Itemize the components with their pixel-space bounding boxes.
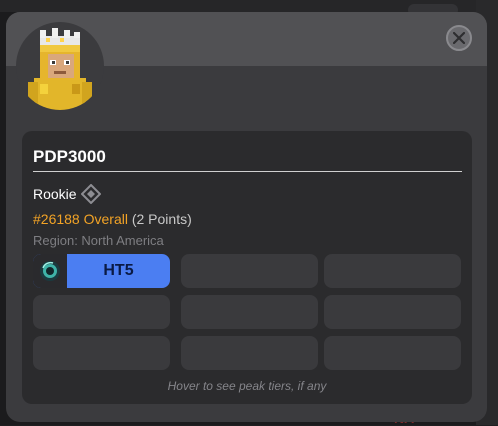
player-skin-avatar-icon xyxy=(28,28,92,110)
tier-slot-empty[interactable] xyxy=(181,254,318,288)
overall-row: #26188 Overall (2 Points) xyxy=(33,211,192,227)
profile-panel: PDP3000 Rookie #26188 Overall (2 Points)… xyxy=(22,131,472,404)
tier-slot-empty[interactable] xyxy=(324,254,461,288)
tier-icon-box xyxy=(33,254,67,288)
rank-row: Rookie xyxy=(33,183,102,205)
tier-slot-empty[interactable] xyxy=(33,336,170,370)
avatar xyxy=(16,22,104,110)
close-icon xyxy=(453,32,465,44)
tier-label: HT5 xyxy=(103,262,134,279)
tier-slot-empty[interactable] xyxy=(324,336,461,370)
close-button[interactable] xyxy=(446,25,472,51)
username: PDP3000 xyxy=(33,147,106,166)
tier-slot-empty[interactable] xyxy=(33,295,170,329)
points: (2 Points) xyxy=(131,211,192,227)
player-profile-modal: PDP3000 Rookie #26188 Overall (2 Points)… xyxy=(6,12,487,422)
tier-slot-empty[interactable] xyxy=(181,295,318,329)
overall-position[interactable]: #26188 Overall xyxy=(33,211,128,227)
tier-slot-filled[interactable]: HT5 xyxy=(33,254,170,288)
diamond-rank-icon xyxy=(80,183,102,205)
tier-slot-empty[interactable] xyxy=(181,336,318,370)
peak-tiers-hint: Hover to see peak tiers, if any xyxy=(167,379,327,393)
region: Region: North America xyxy=(33,233,164,248)
tier-slot-empty[interactable] xyxy=(324,295,461,329)
gamemode-icon xyxy=(40,261,60,281)
rank-title: Rookie xyxy=(33,186,77,202)
divider xyxy=(33,171,462,172)
